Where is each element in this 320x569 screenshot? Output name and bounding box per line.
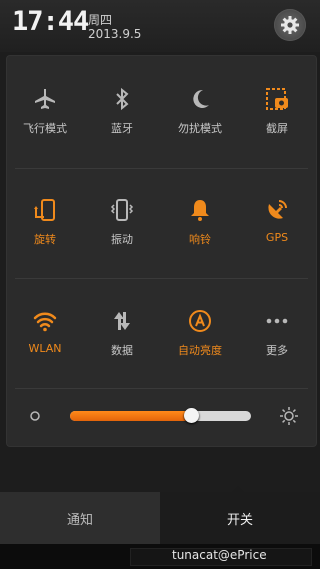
date: 2013.9.5 <box>88 27 142 41</box>
toggle-wlan[interactable]: WLAN <box>10 309 80 379</box>
bell-icon <box>191 200 209 221</box>
toggle-label: 自动亮度 <box>178 344 222 357</box>
toggle-vibrate[interactable]: 振动 <box>87 198 157 268</box>
toggle-rotate[interactable]: 旋转 <box>10 198 80 268</box>
vibrate-icon <box>110 199 134 221</box>
moon-icon <box>193 89 209 108</box>
toggle-label: 飞行模式 <box>23 122 67 135</box>
toggle-label: 更多 <box>266 344 288 357</box>
toggle-airplane[interactable]: 飞行模式 <box>10 87 80 157</box>
brightness-high-icon <box>280 407 298 425</box>
rotate-icon <box>34 199 55 221</box>
toggle-label: 旋转 <box>34 233 56 246</box>
screenshot-icon <box>266 88 288 110</box>
brightness-slider[interactable] <box>70 408 251 423</box>
more-icon <box>266 318 288 324</box>
toggle-bluetooth[interactable]: 蓝牙 <box>87 87 157 157</box>
tab-label: 开关 <box>226 512 253 528</box>
row-divider <box>15 278 308 279</box>
active-tab-indicator <box>231 486 245 493</box>
toggle-gps[interactable]: GPS <box>242 198 312 268</box>
tab-switches[interactable]: 开关 <box>160 492 320 544</box>
row-divider <box>15 388 308 389</box>
toggle-do-not-disturb[interactable]: 勿扰模式 <box>165 87 235 157</box>
tab-bar: 通知 开关 <box>0 492 320 544</box>
toggle-screenshot[interactable]: 截屏 <box>242 87 312 157</box>
auto-brightness-icon <box>189 310 211 332</box>
tab-notifications[interactable]: 通知 <box>0 492 160 544</box>
watermark: tunacat@ePrice <box>172 548 267 562</box>
toggle-label: GPS <box>265 231 289 244</box>
toggle-label: 勿扰模式 <box>178 122 222 135</box>
tab-label: 通知 <box>66 512 93 528</box>
brightness-slider-fill <box>70 411 192 421</box>
settings-button[interactable] <box>274 9 306 41</box>
clock: 17:44 <box>12 6 89 37</box>
bluetooth-icon <box>116 87 129 111</box>
brightness-slider-handle[interactable] <box>183 408 199 423</box>
toggle-more[interactable]: 更多 <box>242 309 312 379</box>
data-icon <box>114 312 130 330</box>
toggle-label: 截屏 <box>266 122 288 135</box>
toggle-label: 振动 <box>111 233 133 246</box>
wifi-icon <box>33 312 57 332</box>
gear-icon <box>281 16 299 34</box>
row-divider <box>15 168 308 169</box>
toggle-label: 响铃 <box>189 233 211 246</box>
weekday: 周四 <box>88 13 113 27</box>
gps-icon <box>268 200 287 219</box>
toggle-panel: 飞行模式 蓝牙 勿扰模式 截屏 旋转 振动 响铃 GPS WLAN 数据 自动亮… <box>6 55 317 447</box>
toggle-label: 数据 <box>111 344 133 357</box>
toggle-ringer[interactable]: 响铃 <box>165 198 235 268</box>
toggle-label: 蓝牙 <box>111 122 133 135</box>
airplane-icon <box>35 89 55 109</box>
toggle-auto-brightness[interactable]: 自动亮度 <box>165 309 235 379</box>
toggle-data[interactable]: 数据 <box>87 309 157 379</box>
toggle-label: WLAN <box>28 342 62 355</box>
brightness-low-icon <box>30 411 40 421</box>
